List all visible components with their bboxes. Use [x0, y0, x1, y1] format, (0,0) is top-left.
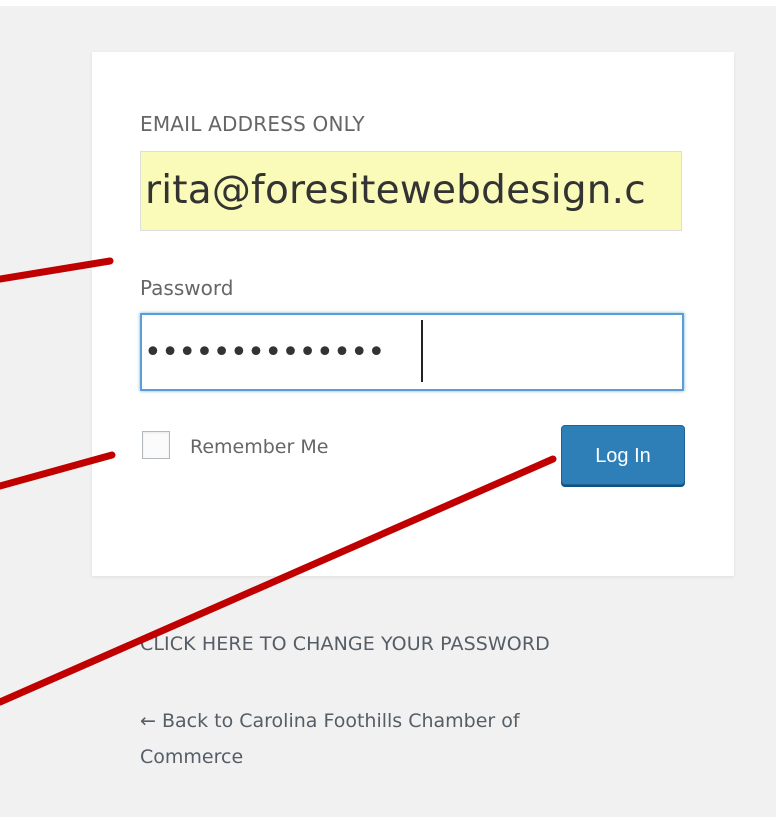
text-caret-icon [421, 320, 423, 382]
log-in-button[interactable]: Log In [561, 425, 685, 485]
change-password-link[interactable]: CLICK HERE TO CHANGE YOUR PASSWORD [140, 633, 550, 655]
login-page: EMAIL ADDRESS ONLY rita@foresitewebdesig… [0, 0, 776, 817]
remember-me-label[interactable]: Remember Me [190, 436, 328, 458]
remember-me-checkbox[interactable] [142, 431, 170, 459]
password-input-value: •••••••••••••• [144, 335, 385, 370]
email-label: EMAIL ADDRESS ONLY [140, 112, 365, 136]
password-label: Password [140, 276, 234, 300]
email-input[interactable]: rita@foresitewebdesign.c [140, 151, 682, 231]
password-input[interactable]: •••••••••••••• [140, 313, 684, 391]
email-input-value: rita@foresitewebdesign.c [145, 168, 646, 213]
back-to-site-link[interactable]: ← Back to Carolina Foothills Chamber of … [140, 703, 620, 775]
